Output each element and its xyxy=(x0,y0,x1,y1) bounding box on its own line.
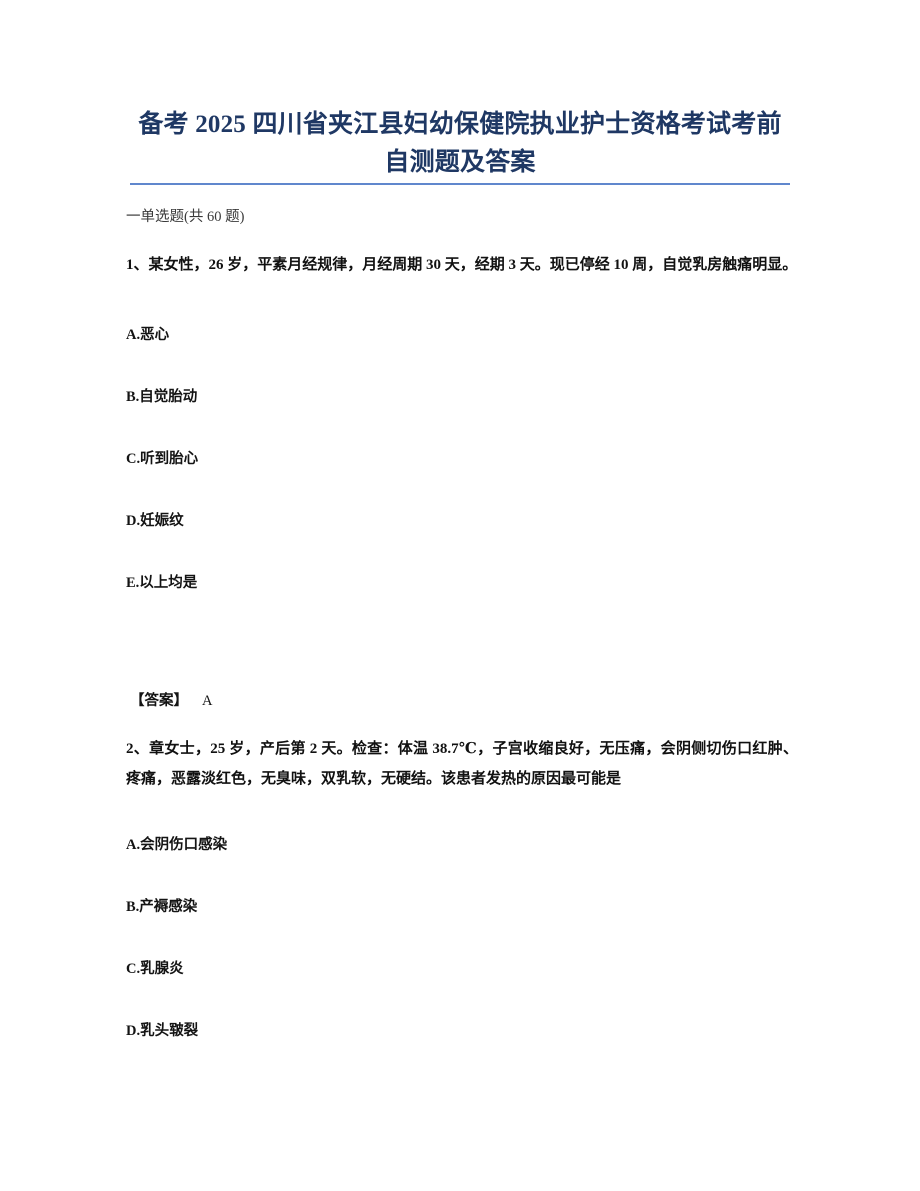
question-2-option-d[interactable]: D.乳头皲裂 xyxy=(126,1020,798,1042)
question-2-option-a[interactable]: A.会阴伤口感染 xyxy=(126,834,798,856)
question-2-option-c[interactable]: C.乳腺炎 xyxy=(126,958,798,980)
question-1-option-b[interactable]: B.自觉胎动 xyxy=(126,386,798,408)
question-1-option-c[interactable]: C.听到胎心 xyxy=(126,448,798,470)
document-page: 备考 2025 四川省夹江县妇幼保健院执业护士资格考试考前 自测题及答案 一单选… xyxy=(0,0,920,1191)
question-stem-2: 2、章女士，25 岁，产后第 2 天。检查：体温 38.7℃，子宫收缩良好，无压… xyxy=(126,741,798,787)
title-divider xyxy=(130,183,790,185)
question-stem-1: 1、某女性，26 岁，平素月经规律，月经周期 30 天，经期 3 天。现已停经 … xyxy=(126,257,798,273)
question-1-option-a[interactable]: A.恶心 xyxy=(126,324,798,346)
question-1-option-e[interactable]: E.以上均是 xyxy=(126,572,798,594)
page-title-line-1: 备考 2025 四川省夹江县妇幼保健院执业护士资格考试考前 xyxy=(138,111,782,138)
question-2-option-b[interactable]: B.产褥感染 xyxy=(126,896,798,918)
page-title: 备考 2025 四川省夹江县妇幼保健院执业护士资格考试考前 自测题及答案 xyxy=(130,106,790,182)
document-body: 一单选题(共 60 题) 1、某女性，26 岁，平素月经规律，月经周期 30 天… xyxy=(126,206,798,1042)
question-1-answer: 【答案】 A xyxy=(126,690,798,712)
page-title-line-2: 自测题及答案 xyxy=(384,149,536,176)
answer-value: A xyxy=(202,693,213,709)
section-heading: 一单选题(共 60 题) xyxy=(126,209,245,225)
answer-label: 【答案】 xyxy=(130,693,188,709)
question-1-option-d[interactable]: D.妊娠纹 xyxy=(126,510,798,532)
